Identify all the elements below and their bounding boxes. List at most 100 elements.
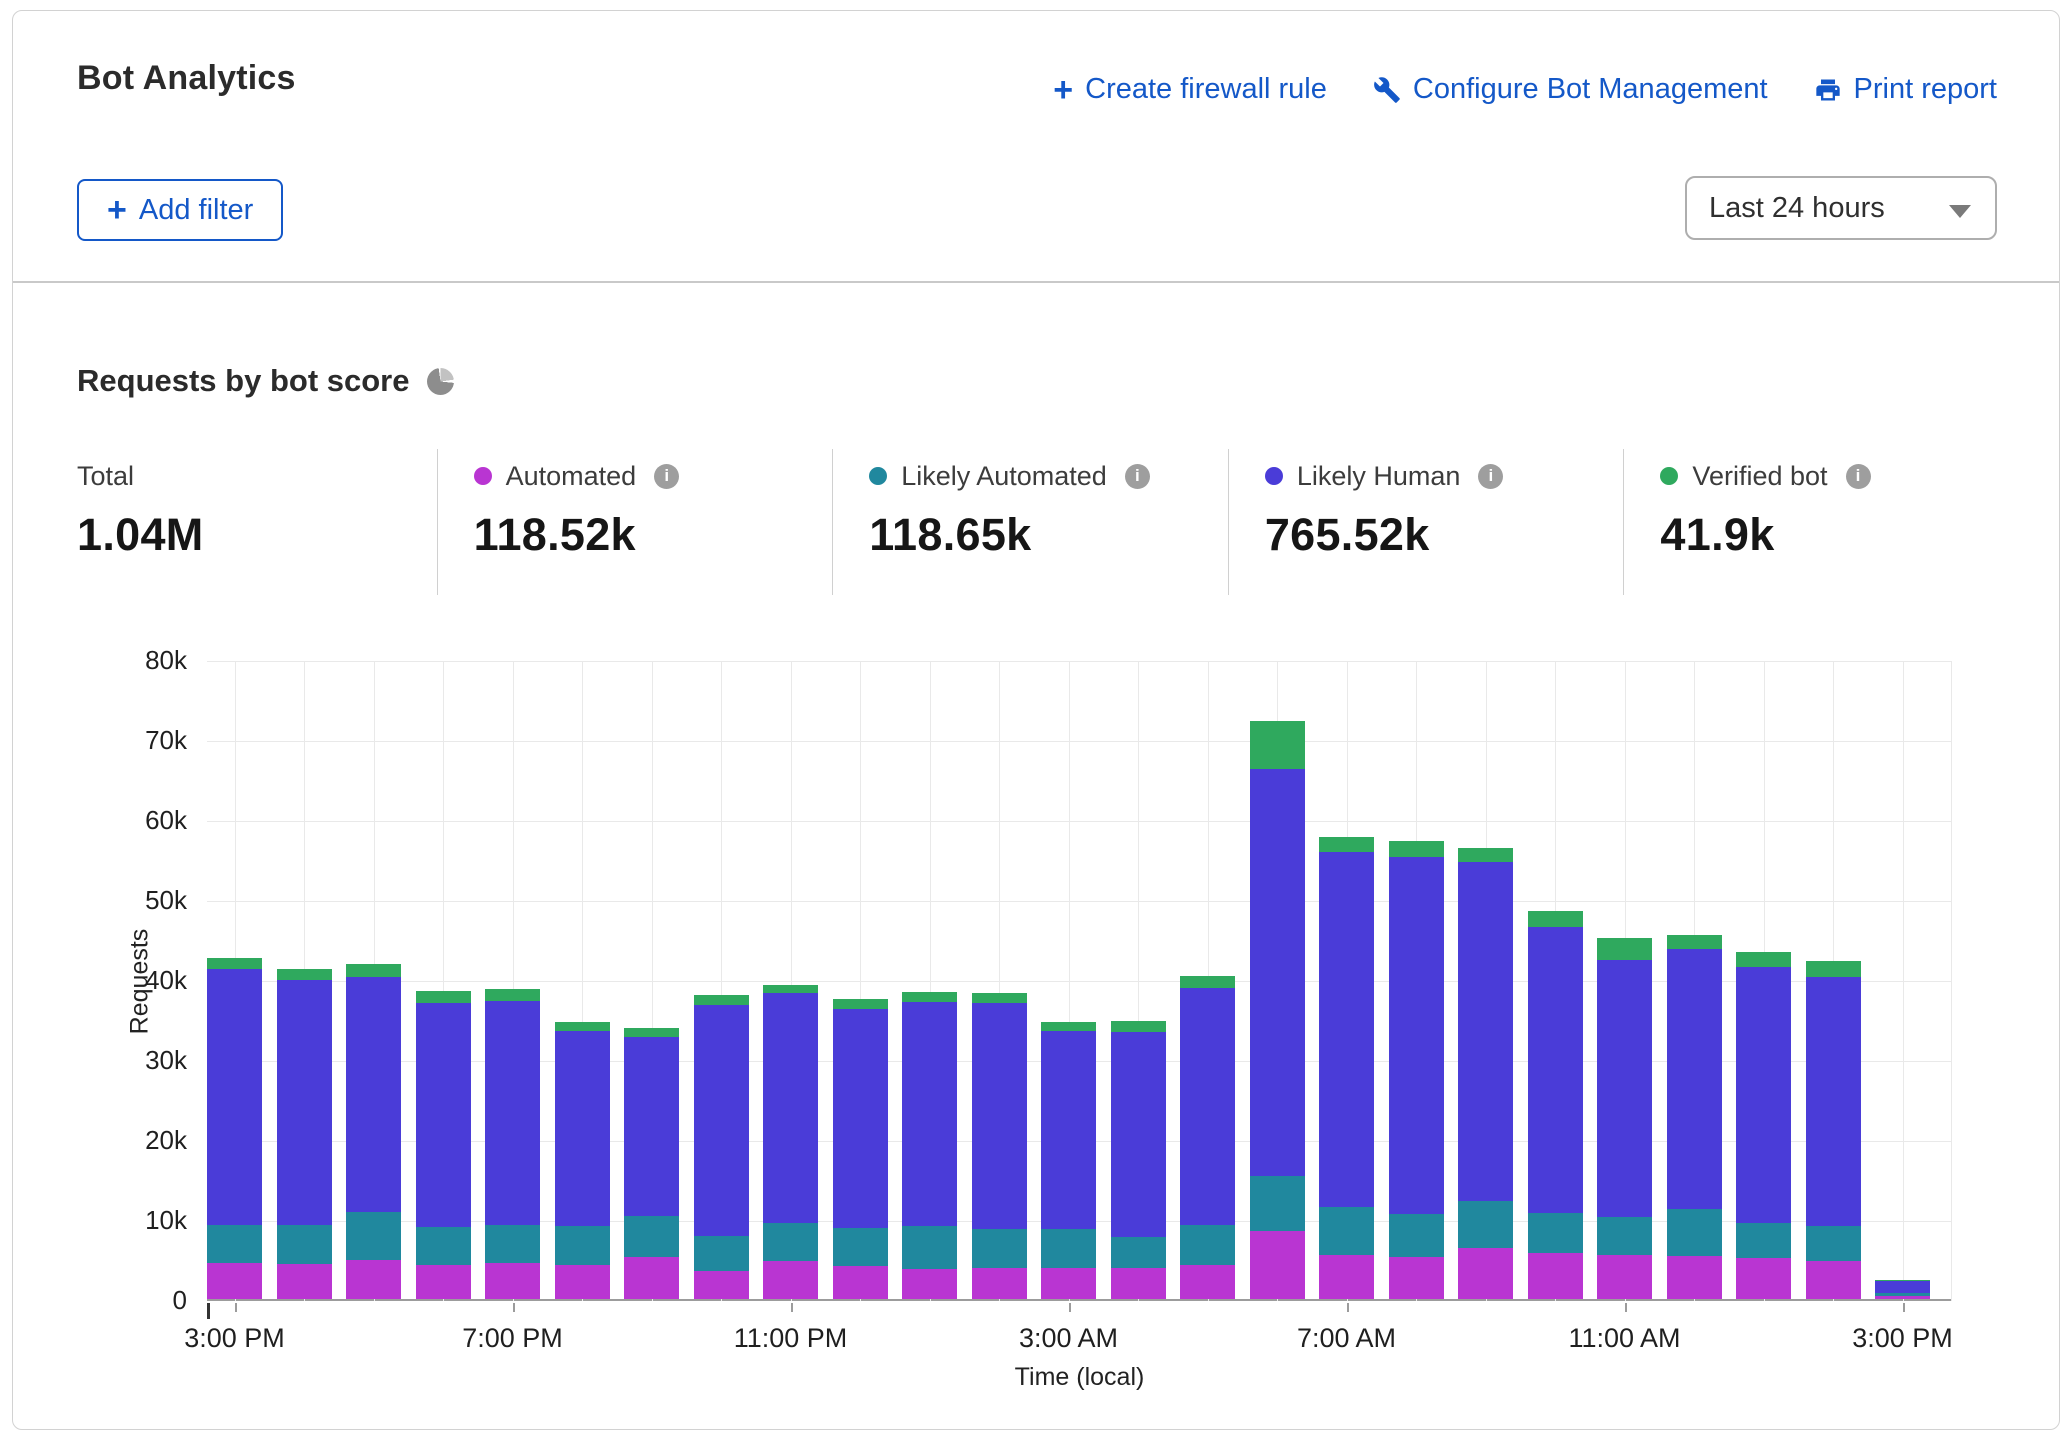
bar-segment-verified-bot bbox=[416, 991, 471, 1003]
stacked-bar-1100pm[interactable] bbox=[763, 985, 818, 1299]
bar-segment-automated bbox=[1458, 1248, 1513, 1299]
plus-icon: + bbox=[1053, 76, 1073, 104]
stacked-bar-900pm[interactable] bbox=[624, 1028, 679, 1299]
bar-segment-automated bbox=[624, 1257, 679, 1299]
axis-tick bbox=[1347, 1303, 1349, 1312]
stacked-bar-600pm[interactable] bbox=[416, 991, 471, 1299]
stacked-bar-800am[interactable] bbox=[1389, 841, 1444, 1299]
y-tick-label: 50k bbox=[117, 885, 187, 916]
x-tick-label: 3:00 PM bbox=[1852, 1323, 1953, 1354]
axis-tick bbox=[791, 1303, 793, 1312]
stacked-bar-700pm[interactable] bbox=[485, 989, 540, 1299]
y-tick-label: 40k bbox=[117, 965, 187, 996]
x-tick-label: 7:00 PM bbox=[462, 1323, 563, 1354]
stacked-bar-900am[interactable] bbox=[1458, 848, 1513, 1299]
stacked-bar-700am[interactable] bbox=[1319, 837, 1374, 1299]
page-title: Bot Analytics bbox=[77, 59, 296, 98]
stacked-bar-200pm[interactable] bbox=[1806, 961, 1861, 1299]
bar-segment-verified-bot bbox=[1250, 721, 1305, 769]
gridline bbox=[1903, 661, 1904, 1301]
stacked-bar-300am[interactable] bbox=[1041, 1022, 1096, 1299]
create-firewall-rule-link[interactable]: + Create firewall rule bbox=[1053, 73, 1327, 106]
stacked-bar-800pm[interactable] bbox=[555, 1022, 610, 1299]
stacked-bar-300pm[interactable] bbox=[1875, 1280, 1930, 1299]
stacked-bar-600am[interactable] bbox=[1250, 721, 1305, 1299]
bar-segment-likely-automated bbox=[1250, 1176, 1305, 1231]
bar-segment-automated bbox=[1250, 1231, 1305, 1299]
bar-segment-likely-automated bbox=[972, 1229, 1027, 1267]
stacked-bar-1000pm[interactable] bbox=[694, 995, 749, 1299]
stat-label: Total bbox=[77, 461, 134, 492]
stacked-bar-200am[interactable] bbox=[972, 993, 1027, 1299]
bar-segment-likely-human bbox=[763, 993, 818, 1223]
bar-segment-likely-automated bbox=[1389, 1214, 1444, 1256]
add-filter-label: Add filter bbox=[139, 194, 253, 227]
bar-segment-likely-human bbox=[1389, 857, 1444, 1215]
bar-segment-automated bbox=[1180, 1265, 1235, 1299]
bar-segment-likely-automated bbox=[416, 1227, 471, 1265]
stacked-bar-100am[interactable] bbox=[902, 992, 957, 1299]
bar-segment-automated bbox=[1875, 1296, 1930, 1299]
bar-segment-verified-bot bbox=[1458, 848, 1513, 862]
print-report-link[interactable]: Print report bbox=[1814, 73, 1997, 106]
x-tick-label: 11:00 AM bbox=[1568, 1323, 1680, 1354]
stacked-bar-400am[interactable] bbox=[1111, 1021, 1166, 1299]
bar-segment-automated bbox=[1111, 1268, 1166, 1299]
bar-segment-verified-bot bbox=[555, 1022, 610, 1031]
bar-segment-automated bbox=[207, 1263, 262, 1299]
bar-segment-automated bbox=[1806, 1261, 1861, 1299]
stat-label: Likely Human bbox=[1297, 461, 1461, 492]
stacked-bar-500pm[interactable] bbox=[346, 964, 401, 1299]
bar-segment-likely-human bbox=[1111, 1032, 1166, 1238]
bar-segment-likely-automated bbox=[833, 1228, 888, 1266]
x-tick-label: 3:00 PM bbox=[184, 1323, 285, 1354]
create-firewall-rule-label: Create firewall rule bbox=[1085, 73, 1327, 106]
pie-chart-icon bbox=[427, 368, 454, 395]
info-icon[interactable]: i bbox=[1125, 464, 1150, 489]
bar-segment-likely-human bbox=[624, 1037, 679, 1216]
bar-segment-likely-human bbox=[833, 1009, 888, 1228]
time-range-select[interactable]: Last 24 hours bbox=[1685, 176, 1997, 240]
bar-segment-verified-bot bbox=[1736, 952, 1791, 967]
stacked-bar-400pm[interactable] bbox=[277, 969, 332, 1299]
bar-segment-likely-human bbox=[1806, 977, 1861, 1226]
axis-tick bbox=[513, 1303, 515, 1312]
bar-segment-verified-bot bbox=[902, 992, 957, 1002]
bar-segment-automated bbox=[277, 1264, 332, 1299]
bar-segment-likely-automated bbox=[1180, 1225, 1235, 1266]
bar-segment-verified-bot bbox=[1667, 935, 1722, 949]
bar-segment-likely-automated bbox=[902, 1226, 957, 1269]
bar-segment-automated bbox=[1597, 1255, 1652, 1299]
stat-verified-bot: Verified boti41.9k bbox=[1623, 449, 2019, 595]
bar-segment-likely-human bbox=[1875, 1281, 1930, 1293]
configure-bot-management-link[interactable]: Configure Bot Management bbox=[1373, 73, 1768, 106]
bar-segment-likely-human bbox=[1528, 927, 1583, 1213]
stat-automated: Automatedi118.52k bbox=[437, 449, 833, 595]
bar-segment-likely-automated bbox=[1667, 1209, 1722, 1255]
bar-segment-likely-human bbox=[1250, 769, 1305, 1176]
wrench-icon bbox=[1373, 76, 1401, 104]
gridline bbox=[207, 821, 1952, 822]
stat-value: 1.04M bbox=[77, 509, 437, 561]
bar-segment-likely-human bbox=[1597, 960, 1652, 1218]
stat-label: Likely Automated bbox=[901, 461, 1107, 492]
bar-segment-automated bbox=[763, 1261, 818, 1299]
plus-icon: + bbox=[107, 196, 127, 224]
section-title: Requests by bot score bbox=[77, 363, 409, 399]
stacked-bar-1200am[interactable] bbox=[833, 999, 888, 1299]
header-actions: + Create firewall rule Configure Bot Man… bbox=[1053, 73, 1997, 106]
info-icon[interactable]: i bbox=[1846, 464, 1871, 489]
y-tick-label: 30k bbox=[117, 1045, 187, 1076]
info-icon[interactable]: i bbox=[1478, 464, 1503, 489]
stacked-bar-100pm[interactable] bbox=[1736, 952, 1791, 1299]
info-icon[interactable]: i bbox=[654, 464, 679, 489]
stacked-bar-1200pm[interactable] bbox=[1667, 935, 1722, 1299]
add-filter-button[interactable]: + Add filter bbox=[77, 179, 283, 241]
bar-segment-automated bbox=[1528, 1253, 1583, 1299]
bar-segment-likely-automated bbox=[694, 1236, 749, 1271]
stacked-bar-1100am[interactable] bbox=[1597, 938, 1652, 1299]
stacked-bar-500am[interactable] bbox=[1180, 976, 1235, 1299]
bar-segment-verified-bot bbox=[1597, 938, 1652, 960]
stacked-bar-1000am[interactable] bbox=[1528, 911, 1583, 1299]
stacked-bar-300pm[interactable] bbox=[207, 958, 262, 1299]
